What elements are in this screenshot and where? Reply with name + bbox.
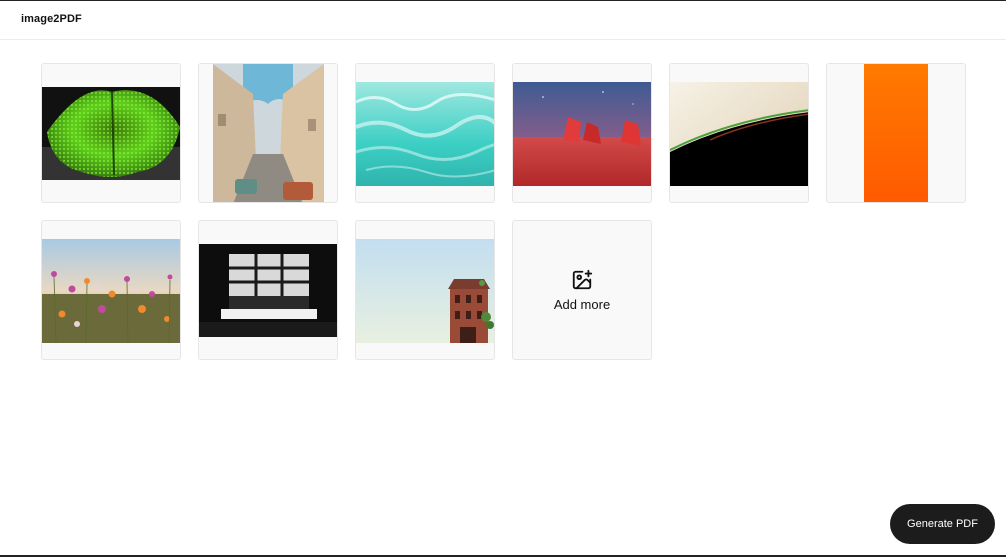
image-thumbnail	[356, 82, 494, 186]
image-tile-brick-tower-sky[interactable]	[355, 220, 495, 360]
image-thumbnail	[42, 239, 180, 343]
add-more-label: Add more	[553, 296, 611, 312]
image-tile-red-rocks-desert[interactable]	[512, 63, 652, 203]
image-thumbnail	[356, 239, 494, 343]
image-plus-icon	[571, 269, 593, 291]
image-thumbnail	[513, 82, 651, 186]
image-thumbnail	[213, 64, 324, 202]
top-bar: image2PDF	[0, 1, 1006, 40]
image-thumbnail	[670, 82, 808, 186]
app-title: image2PDF	[21, 13, 82, 25]
generate-pdf-button[interactable]: Generate PDF	[890, 504, 995, 544]
image-tile-green-leaf[interactable]	[41, 63, 181, 203]
image-thumbnail	[199, 244, 337, 337]
image-tile-city-street[interactable]	[198, 63, 338, 203]
image-thumbnail	[42, 87, 180, 180]
image-tile-wildflower-meadow[interactable]	[41, 220, 181, 360]
add-more-button[interactable]: Add more	[512, 220, 652, 360]
image-grid: Add more	[41, 63, 966, 360]
image-tile-bw-window-interior[interactable]	[198, 220, 338, 360]
image-tile-turquoise-water[interactable]	[355, 63, 495, 203]
image-thumbnail	[864, 64, 928, 202]
image-tile-abstract-wave[interactable]	[669, 63, 809, 203]
image-tile-orange-gradient[interactable]	[826, 63, 966, 203]
